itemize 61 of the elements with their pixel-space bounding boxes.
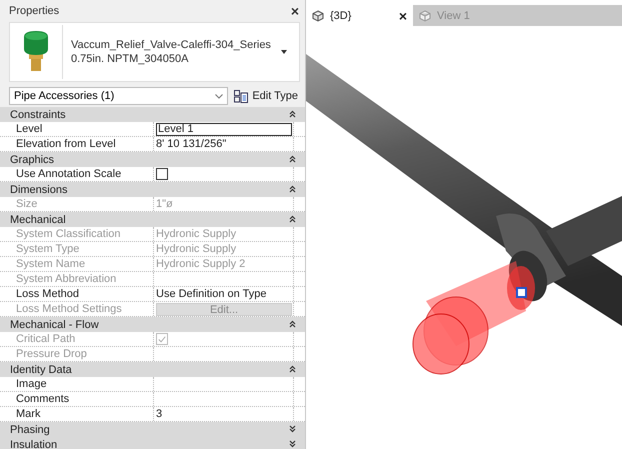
section-header[interactable]: Identity Data (0, 362, 305, 377)
type-size: 0.75in. NPTM_304050A (71, 52, 190, 66)
section-header[interactable]: Insulation (0, 437, 305, 449)
section-title: Mechanical (10, 214, 66, 226)
expand-icon[interactable] (289, 424, 296, 432)
property-value: Hydronic Supply 2 (156, 258, 246, 270)
section-header[interactable]: Dimensions (0, 182, 305, 197)
collapse-icon[interactable] (289, 320, 296, 328)
property-value: 1"ø (156, 198, 173, 210)
section-title: Identity Data (10, 364, 72, 376)
expand-icon[interactable] (289, 440, 296, 448)
panel-title: Properties (9, 5, 60, 17)
property-label: Level (16, 123, 42, 135)
property-value: Use Definition on Type (156, 288, 266, 300)
type-name: Vaccum_Relief_Valve-Caleffi-304_Series (71, 38, 272, 52)
collapse-icon[interactable] (289, 110, 296, 118)
property-label: Elevation from Level (16, 138, 116, 150)
section-title: Graphics (10, 154, 54, 166)
section-header[interactable]: Constraints (0, 107, 305, 122)
property-label: System Type (16, 243, 80, 255)
property-label: Mark (16, 408, 40, 420)
property-label: Size (16, 198, 38, 210)
property-label: Comments (16, 393, 70, 405)
property-label: System Name (16, 258, 86, 270)
property-value: 3 (156, 408, 162, 420)
section-title: Phasing (10, 424, 50, 436)
collapse-icon[interactable] (289, 184, 296, 192)
category-dropdown[interactable]: Pipe Accessories (1) (9, 87, 228, 105)
property-label: Critical Path (16, 333, 76, 345)
view-tab[interactable]: {3D} × (306, 5, 413, 26)
section-title: Mechanical - Flow (10, 318, 99, 330)
chevron-down-icon (215, 94, 224, 98)
property-label: Use Annotation Scale (16, 168, 122, 180)
edit-type-button[interactable]: Edit Type (232, 90, 300, 102)
section-title: Constraints (10, 108, 66, 120)
collapse-icon[interactable] (289, 154, 296, 162)
section-header[interactable]: Mechanical - Flow (0, 317, 305, 332)
checkbox[interactable] (156, 168, 168, 180)
property-label: Image (16, 378, 47, 390)
section-title: Insulation (10, 438, 58, 449)
property-label: Pressure Drop (16, 348, 87, 360)
property-label: Loss Method (16, 288, 79, 300)
close-tab-button[interactable]: × (398, 8, 407, 24)
section-header[interactable]: Phasing (0, 422, 305, 437)
property-label: System Classification (16, 228, 121, 240)
property-label: Loss Method Settings (16, 303, 122, 315)
cube-icon (419, 10, 431, 22)
collapse-icon[interactable] (289, 214, 296, 222)
type-selector[interactable]: Vaccum_Relief_Valve-Caleffi-304_Series 0.75in. NPTM_304050A (9, 22, 300, 82)
edit-type-icon (234, 90, 248, 102)
property-value: Hydronic Supply (156, 243, 236, 255)
close-button[interactable]: × (290, 3, 299, 19)
property-value: 8' 10 131/256" (156, 138, 226, 150)
section-header[interactable]: Graphics (0, 152, 305, 167)
property-label: System Abbreviation (16, 273, 116, 285)
cube-icon (312, 10, 324, 22)
section-title: Dimensions (10, 184, 68, 196)
level-field[interactable]: Level 1 (156, 122, 292, 136)
property-value: Hydronic Supply (156, 228, 236, 240)
section-header[interactable]: Mechanical (0, 212, 305, 227)
collapse-icon[interactable] (289, 364, 296, 372)
